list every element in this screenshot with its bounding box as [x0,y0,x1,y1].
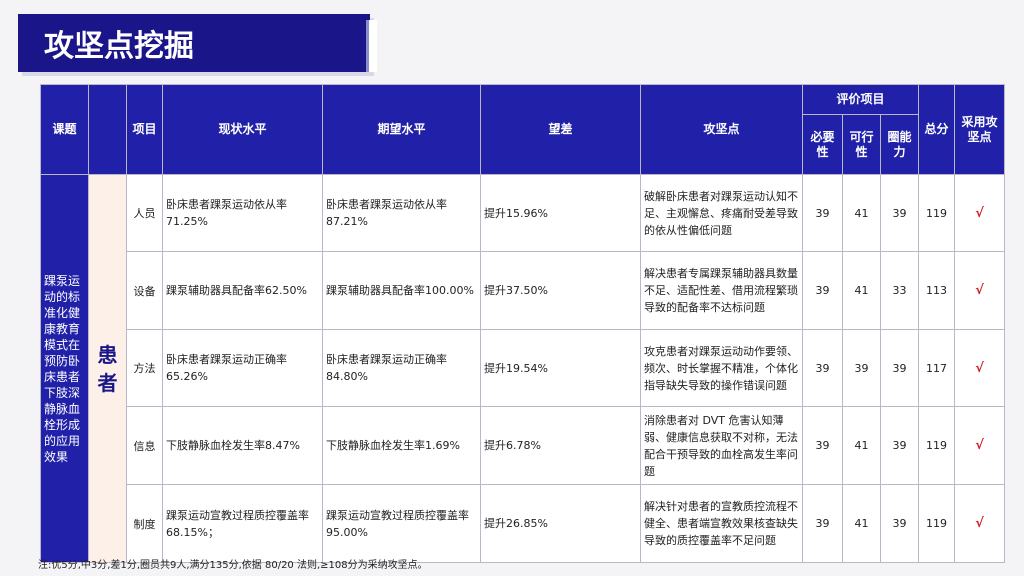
row-ability: 39 [879,329,920,407]
group-cell: 患者 [88,174,127,563]
table-row: 方法 卧床患者踝泵运动正确率65.26% 卧床患者踝泵运动正确率84.80% 提… [41,329,1006,407]
row-item: 方法 [126,329,163,407]
row-expected: 踝泵运动宣教过程质控覆盖率95.00% [322,484,481,563]
row-necessity: 39 [802,251,843,330]
header-item: 项目 [126,84,163,175]
row-feasibility: 41 [842,484,881,563]
table-row: 踝泵运动的标准化健康教育模式在预防卧床患者下肢深静脉血栓形成的应用效果 患者 人… [40,174,1006,563]
row-gap: 提升6.78% [480,406,641,485]
row-total: 113 [918,251,956,330]
row-gap: 提升19.54% [480,329,641,407]
row-necessity: 39 [802,329,843,407]
page-title-text: 攻坚点挖掘 [44,29,194,64]
row-expected: 卧床患者踝泵运动正确率84.80% [322,329,481,407]
row-adopt-check: √ [954,251,1006,330]
row-ability: 39 [879,484,920,563]
row-expected: 卧床患者踝泵运动依从率87.21% [322,174,481,252]
key-point-table: 课题 项目 现状水平 期望水平 望差 攻坚点 评价项目 总分 采用攻坚点 必要性… [40,84,1006,563]
row-ability: 39 [879,174,920,252]
row-gap: 提升37.50% [480,251,641,330]
row-total: 117 [918,329,956,407]
title-accent-bar [366,20,377,72]
row-item: 人员 [126,174,163,252]
row-key-point: 解决患者专属踝泵辅助器具数量不足、适配性差、借用流程繁琐导致的配备率不达标问题 [640,251,803,330]
row-necessity: 39 [802,174,843,252]
row-total: 119 [918,174,956,252]
row-adopt-check: √ [954,484,1006,563]
row-current: 卧床患者踝泵运动依从率71.25% [162,174,323,252]
table-row: 信息 下肢静脉血栓发生率8.47% 下肢静脉血栓发生率1.69% 提升6.78%… [41,406,1006,485]
header-total: 总分 [918,84,956,175]
row-expected: 下肢静脉血栓发生率1.69% [322,406,481,485]
row-gap: 提升26.85% [480,484,641,563]
row-total: 119 [918,406,956,485]
row-key-point: 解决针对患者的宣教质控流程不健全、患者端宣教效果核查缺失导致的质控覆盖率不足问题 [640,484,803,563]
row-current: 卧床患者踝泵运动正确率65.26% [162,329,323,407]
row-adopt-check: √ [954,174,1006,252]
row-feasibility: 41 [842,174,881,252]
row-item: 制度 [126,484,163,563]
row-ability: 39 [879,406,920,485]
page-title: 攻坚点挖掘 [18,14,370,72]
header-expected: 期望水平 [322,84,481,175]
header-necessity: 必要性 [802,114,843,175]
row-feasibility: 39 [842,329,881,407]
row-key-point: 破解卧床患者对踝泵运动认知不足、主观懈怠、疼痛耐受差导致的依从性偏低问题 [640,174,803,252]
row-necessity: 39 [802,484,843,563]
row-gap: 提升15.96% [480,174,641,252]
row-current: 踝泵辅助器具配备率62.50% [162,251,323,330]
header-eval: 评价项目 [801,84,920,115]
header-gap: 望差 [480,84,641,175]
row-current: 踝泵运动宣教过程质控覆盖率 68.15%； [162,484,323,563]
footnote: 注:优5分,中3分,差1分,圈员共9人,满分135分,依据 80/20 法则,≥… [38,560,428,571]
row-total: 119 [918,484,956,563]
row-key-point: 攻克患者对踝泵运动动作要领、频次、时长掌握不精准，个体化指导缺失导致的操作错误问… [640,329,803,407]
row-expected: 踝泵辅助器具配备率100.00% [322,251,481,330]
row-adopt-check: √ [954,329,1006,407]
header-group [88,84,127,175]
table-row: 制度 踝泵运动宣教过程质控覆盖率 68.15%； 踝泵运动宣教过程质控覆盖率95… [41,484,1006,563]
row-item: 设备 [126,251,163,330]
row-item: 信息 [126,406,163,485]
header-row-1: 课题 项目 现状水平 期望水平 望差 攻坚点 评价项目 总分 采用攻坚点 [40,84,1006,175]
row-necessity: 39 [802,406,843,485]
header-topic: 课题 [40,84,89,175]
row-key-point: 消除患者对 DVT 危害认知薄弱、健康信息获取不对称，无法配合干预导致的血栓高发… [640,406,803,485]
table-row: 设备 踝泵辅助器具配备率62.50% 踝泵辅助器具配备率100.00% 提升37… [41,251,1006,330]
topic-cell: 踝泵运动的标准化健康教育模式在预防卧床患者下肢深静脉血栓形成的应用效果 [40,174,89,563]
row-feasibility: 41 [842,251,881,330]
header-feasibility: 可行性 [842,114,881,175]
header-adopt: 采用攻坚点 [954,84,1006,175]
row-ability: 33 [879,251,920,330]
header-key-point: 攻坚点 [640,84,803,175]
row-adopt-check: √ [954,406,1006,485]
row-current: 下肢静脉血栓发生率8.47% [162,406,323,485]
header-ability: 圈能力 [879,114,920,175]
header-current: 现状水平 [162,84,323,175]
row-feasibility: 41 [842,406,881,485]
